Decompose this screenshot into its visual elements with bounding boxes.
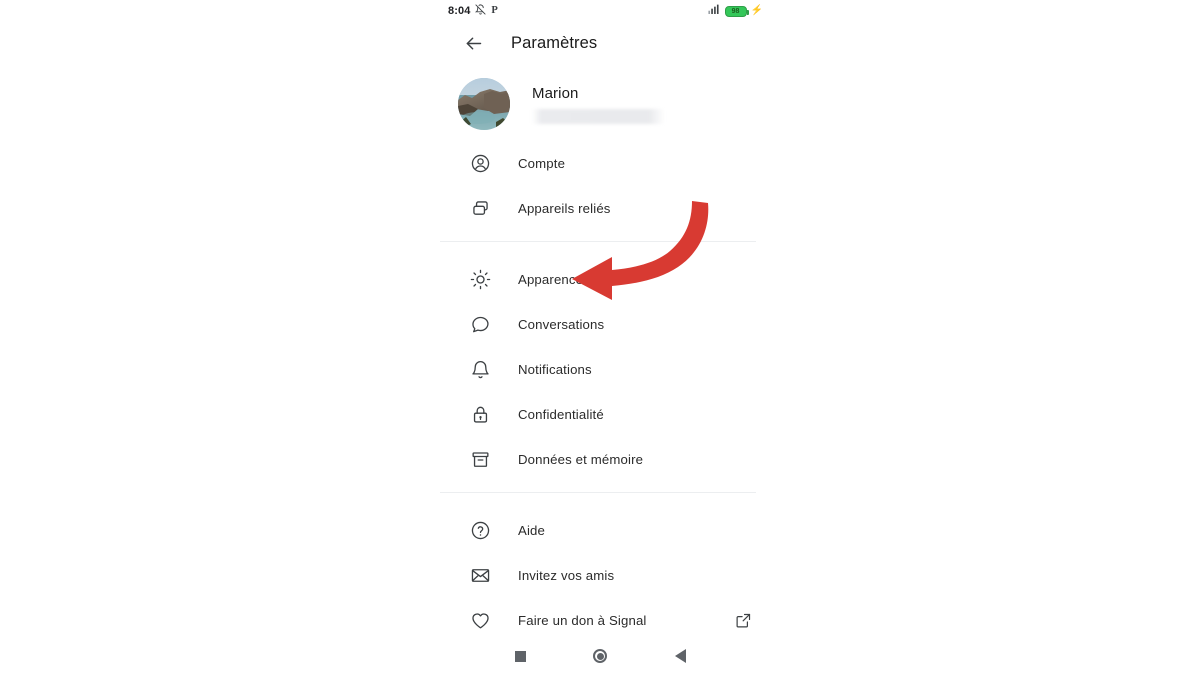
screenshot-canvas: 8:04 P 98 ⚡ Paramètres Marion Compte App… xyxy=(0,0,1200,675)
preferences-group: Apparence Conversations Notifications Co… xyxy=(420,257,780,482)
settings-row-invitez-vos-amis[interactable]: Invitez vos amis xyxy=(420,553,780,598)
settings-row-label: Notifications xyxy=(518,362,592,377)
settings-row-notifications[interactable]: Notifications xyxy=(420,347,780,392)
back-arrow-icon[interactable] xyxy=(457,27,489,59)
settings-row-label: Apparence xyxy=(518,272,584,287)
home-circle-icon[interactable] xyxy=(585,641,615,671)
settings-row-label: Confidentialité xyxy=(518,407,604,422)
status-bar: 8:04 P 98 ⚡ xyxy=(420,0,780,22)
battery-icon: 98 xyxy=(724,5,749,17)
charging-bolt-icon: ⚡ xyxy=(750,5,763,16)
profile-name: Marion xyxy=(532,84,579,102)
settings-row-appareils-relies[interactable]: Appareils reliés xyxy=(420,186,780,231)
settings-row-label: Données et mémoire xyxy=(518,452,644,467)
avatar-image xyxy=(458,78,510,130)
question-circle-icon xyxy=(468,519,492,543)
page-title: Paramètres xyxy=(511,33,598,52)
bell-muted-icon xyxy=(475,2,486,20)
settings-row-label: Invitez vos amis xyxy=(518,568,615,583)
heart-icon xyxy=(468,609,492,633)
status-bar-clock: 8:04 xyxy=(448,5,471,17)
settings-row-label: Aide xyxy=(518,523,545,538)
support-group: Aide Invitez vos amis Faire un don à Sig… xyxy=(420,508,780,643)
settings-row-label: Faire un don à Signal xyxy=(518,613,647,628)
settings-row-label: Conversations xyxy=(518,317,605,332)
group-divider-1 xyxy=(440,241,756,242)
settings-row-label: Appareils reliés xyxy=(518,201,611,216)
android-nav-bar xyxy=(420,637,780,675)
profile-text: Marion xyxy=(532,85,665,124)
profile-phone-redacted xyxy=(532,108,665,124)
p-indicator-icon: P xyxy=(491,4,498,16)
settings-row-compte[interactable]: Compte xyxy=(420,141,780,186)
status-bar-right: 98 ⚡ xyxy=(707,2,763,20)
person-circle-icon xyxy=(468,152,492,176)
back-triangle-icon[interactable] xyxy=(665,641,695,671)
settings-row-aide[interactable]: Aide xyxy=(420,508,780,553)
sun-icon xyxy=(468,268,492,292)
cellular-signal-icon xyxy=(707,2,721,20)
settings-row-apparence[interactable]: Apparence xyxy=(420,257,780,302)
external-link-icon[interactable] xyxy=(735,612,752,629)
phone-screen: 8:04 P 98 ⚡ Paramètres Marion Compte App… xyxy=(420,0,780,675)
bell-icon xyxy=(468,358,492,382)
recents-square-icon[interactable] xyxy=(505,641,535,671)
settings-row-confidentialite[interactable]: Confidentialité xyxy=(420,392,780,437)
battery-level-label: 98 xyxy=(731,7,740,15)
profile-row[interactable]: Marion xyxy=(420,72,780,136)
account-group: Compte Appareils reliés xyxy=(420,141,780,231)
group-divider-2 xyxy=(440,492,756,493)
chat-bubble-icon xyxy=(468,313,492,337)
toolbar: Paramètres xyxy=(420,27,780,59)
archive-box-icon xyxy=(468,448,492,472)
linked-devices-icon xyxy=(468,197,492,221)
settings-row-label: Compte xyxy=(518,156,566,171)
avatar xyxy=(458,78,510,130)
settings-row-donnees-et-memoire[interactable]: Données et mémoire xyxy=(420,437,780,482)
settings-row-conversations[interactable]: Conversations xyxy=(420,302,780,347)
envelope-icon xyxy=(468,564,492,588)
lock-icon xyxy=(468,403,492,427)
status-bar-left: 8:04 P xyxy=(448,2,498,20)
